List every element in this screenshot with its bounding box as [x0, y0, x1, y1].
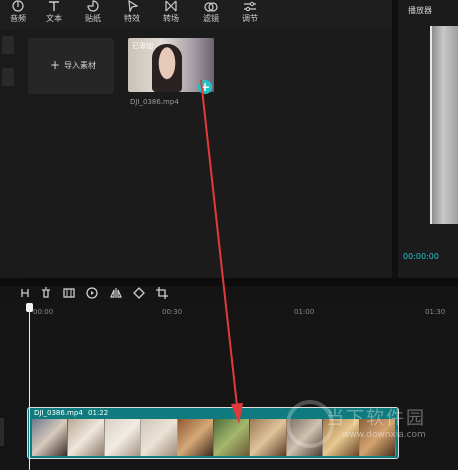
arrow-head	[231, 403, 243, 424]
annotation-arrow	[200, 79, 243, 424]
arrow-shaft	[200, 79, 239, 416]
